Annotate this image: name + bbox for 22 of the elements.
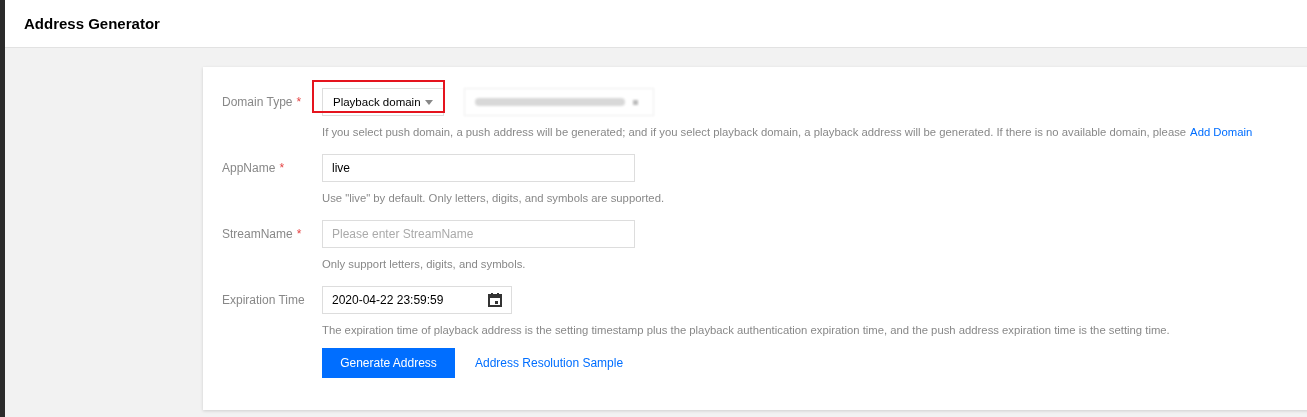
- help-text: Use "live" by default. Only letters, digits, and symbols are supported.: [322, 192, 665, 204]
- help-text: The expiration time of playback address is the setting timestamp plus the playback authentication expiration time, and the push address expiration time is the setting time.: [322, 324, 1170, 336]
- page-title: Address Generator: [24, 15, 160, 32]
- required-mark: *: [279, 161, 285, 175]
- date-field[interactable]: 2020-04-22 23:59:59: [322, 286, 512, 314]
- generate-address-button[interactable]: Generate Address: [322, 348, 455, 378]
- help-text: If you select push domain, a push address will be generated; and if you select playback domain, a playback address will be generated. If there is no available domain, please: [322, 126, 1187, 138]
- calendar-icon: [488, 293, 502, 307]
- field-label: AppName: [222, 161, 276, 175]
- field-label: StreamName: [222, 227, 293, 241]
- add-domain-link[interactable]: Add Domain: [1190, 126, 1253, 138]
- field-label: Expiration Time: [222, 293, 305, 307]
- field-label: Domain Type: [222, 95, 293, 109]
- text-field[interactable]: live: [322, 154, 635, 182]
- blurred-domain-dropdown[interactable]: [464, 88, 654, 116]
- caret-icon: [425, 99, 433, 105]
- domain-type-dropdown[interactable]: Playback domain: [322, 88, 444, 116]
- required-mark: *: [296, 227, 302, 241]
- sample-link[interactable]: Address Resolution Sample: [475, 356, 624, 370]
- help-text: Only support letters, digits, and symbols.: [322, 258, 526, 270]
- required-mark: *: [296, 95, 302, 109]
- text-field[interactable]: Please enter StreamName: [322, 220, 635, 248]
